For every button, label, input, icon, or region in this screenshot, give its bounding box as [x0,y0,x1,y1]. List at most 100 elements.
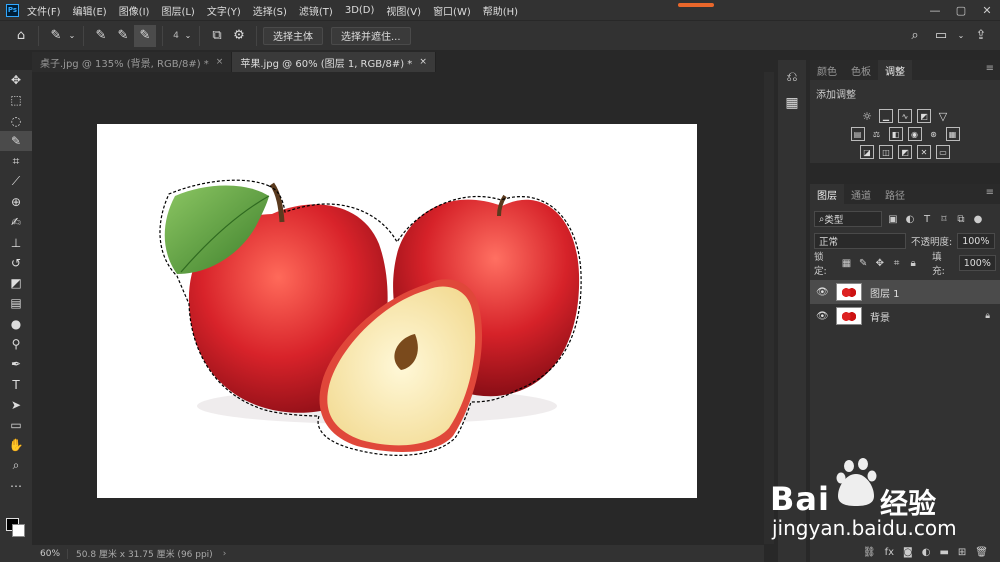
layer-filter-select[interactable]: ⌕ 类型 [814,211,882,227]
menu-filter[interactable]: 滤镜(T) [299,3,333,18]
type-filter-icon[interactable]: T [921,213,933,225]
fx-icon[interactable]: fx [885,547,894,558]
chevron-down-icon[interactable]: ⌄ [67,25,77,47]
gradient-tool-icon[interactable]: ▤ [0,293,32,313]
invert-icon[interactable]: ◪ [860,145,874,159]
opacity-field[interactable]: 100% [957,233,996,249]
curves-icon[interactable]: ∿ [898,109,912,123]
add-selection-brush-icon[interactable]: ✎ [112,25,134,47]
link-layers-icon[interactable]: ⛓ [863,547,876,558]
smart-object-filter-icon[interactable]: ⧉ [955,213,967,225]
blend-mode-select[interactable]: 正常 [814,233,906,249]
color-lookup-icon[interactable]: ▦ [945,127,960,141]
layer-row-background[interactable]: 👁︎ 背景 🔒︎ [810,304,1000,328]
lock-transparent-icon[interactable]: ▦ [841,257,853,269]
filter-toggle-icon[interactable]: ● [972,213,984,225]
menu-image[interactable]: 图像(I) [119,3,150,18]
delete-layer-icon[interactable]: 🗑︎ [975,547,988,558]
menu-edit[interactable]: 编辑(E) [73,3,107,18]
add-mask-icon[interactable]: ◙ [903,547,913,558]
workspace-icon[interactable]: ▭ [930,25,952,47]
close-window-button[interactable]: ✕ [974,4,1000,17]
healing-brush-tool-icon[interactable]: ⊕ [0,192,32,212]
menu-select[interactable]: 选择(S) [253,3,287,18]
lock-position-icon[interactable]: ✥ [874,257,886,269]
menu-view[interactable]: 视图(V) [386,3,421,18]
layer-row-layer-1[interactable]: 👁︎ 图层 1 [810,280,1000,304]
sample-all-layers-icon[interactable]: ⧉ [206,25,228,47]
path-selection-tool-icon[interactable]: ➤ [0,395,32,415]
adjustment-filter-icon[interactable]: ◐ [904,213,916,225]
pixel-filter-icon[interactable]: ▣ [887,213,899,225]
menu-layer[interactable]: 图层(L) [161,3,194,18]
new-adjustment-icon[interactable]: ◐ [922,547,931,558]
tab-layers[interactable]: 图层 [810,184,844,204]
chevron-down-icon[interactable]: ⌄ [183,25,193,47]
posterize-icon[interactable]: ◫ [879,145,893,159]
crop-tool-icon[interactable]: ⌗ [0,151,32,171]
close-icon[interactable]: × [216,57,224,67]
close-icon[interactable]: × [419,57,427,67]
select-and-mask-button[interactable]: 选择并遮住... [331,26,411,45]
vibrance-icon[interactable]: ▽ [936,109,950,123]
brush-tool-icon[interactable]: ✍ [0,212,32,232]
more-tools-icon[interactable]: ⋯ [0,476,32,496]
enhance-edge-icon[interactable]: ⚙ [228,25,250,47]
fill-field[interactable]: 100% [958,255,996,271]
lock-all-icon[interactable]: 🔒︎ [907,257,919,269]
photo-filter-icon[interactable]: ◉ [907,127,922,141]
lock-artboard-icon[interactable]: ⌗ [891,257,903,269]
select-subject-button[interactable]: 选择主体 [263,26,323,45]
threshold-icon[interactable]: ◩ [898,145,912,159]
tab-adjustments[interactable]: 调整 [878,60,912,80]
color-balance-icon[interactable]: ⚖ [870,127,884,141]
lasso-tool-icon[interactable]: ◌ [0,111,32,131]
channel-mixer-icon[interactable]: ⊛ [927,127,941,141]
new-group-icon[interactable]: ▬ [939,547,948,558]
panel-menu-icon[interactable]: ≡ [986,63,994,74]
visibility-eye-icon[interactable]: 👁︎ [816,287,830,298]
new-layer-icon[interactable]: ⊞ [958,547,966,558]
type-tool-icon[interactable]: T [0,374,32,394]
minimize-button[interactable]: — [922,4,948,17]
tab-paths[interactable]: 路径 [878,184,912,204]
zoom-level[interactable]: 60% [32,548,68,559]
pen-tool-icon[interactable]: ✒ [0,354,32,374]
zoom-tool-icon[interactable]: ⌕ [0,456,32,476]
menu-file[interactable]: 文件(F) [27,3,61,18]
shape-tool-icon[interactable]: ▭ [0,415,32,435]
visibility-eye-icon[interactable]: 👁︎ [816,311,830,322]
tab-apple-jpg[interactable]: 苹果.jpg @ 60% (图层 1, RGB/8#) * × [232,52,436,72]
background-color-swatch[interactable] [12,524,25,537]
tab-channels[interactable]: 通道 [844,184,878,204]
gradient-map-icon[interactable]: ▭ [936,145,950,159]
menu-3d[interactable]: 3D(D) [345,5,375,16]
menu-type[interactable]: 文字(Y) [207,3,241,18]
hue-saturation-icon[interactable]: ▤ [850,127,865,141]
menu-window[interactable]: 窗口(W) [433,3,471,18]
quick-select-tool-preset-icon[interactable]: ✎ [45,25,67,47]
menu-help[interactable]: 帮助(H) [483,3,518,18]
properties-panel-icon[interactable]: ▦ [778,90,806,116]
move-tool-icon[interactable]: ✥ [0,70,32,90]
search-icon[interactable]: ⌕ [904,25,926,47]
panel-menu-icon[interactable]: ≡ [986,187,994,198]
vertical-scrollbar[interactable] [764,72,774,544]
dodge-tool-icon[interactable]: ⚲ [0,334,32,354]
subtract-selection-brush-icon[interactable]: ✎ [134,24,156,47]
tab-swatches[interactable]: 色板 [844,60,878,80]
eyedropper-tool-icon[interactable]: ⟋ [0,171,32,191]
blur-tool-icon[interactable]: ● [0,314,32,334]
black-white-icon[interactable]: ◧ [888,127,903,141]
status-menu-chevron[interactable]: › [223,549,227,559]
tab-color[interactable]: 颜色 [810,60,844,80]
lock-image-icon[interactable]: ✎ [857,257,869,269]
home-icon[interactable]: ⌂ [10,25,32,47]
selective-color-icon[interactable]: ✕ [917,145,931,159]
brightness-contrast-icon[interactable]: ☼ [860,109,874,123]
hand-tool-icon[interactable]: ✋ [0,435,32,455]
history-brush-tool-icon[interactable]: ↺ [0,253,32,273]
quick-selection-tool-icon[interactable]: ✎ [0,130,32,152]
maximize-button[interactable]: ▢ [948,4,974,17]
marquee-tool-icon[interactable]: ⬚ [0,90,32,110]
